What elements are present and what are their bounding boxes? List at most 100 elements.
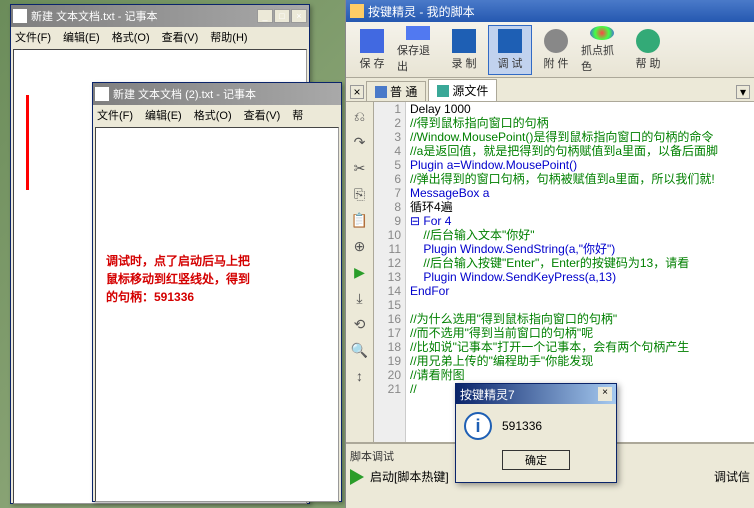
line-number: 21 [374, 382, 401, 396]
line-number: 18 [374, 340, 401, 354]
close-button[interactable]: × [291, 9, 307, 23]
close-icon[interactable]: × [598, 387, 612, 401]
code-line[interactable] [410, 298, 754, 312]
tab-source[interactable]: 源文件 [428, 79, 497, 101]
step-icon[interactable]: ⤓ [350, 288, 370, 308]
msgbox-text: 591336 [502, 419, 542, 433]
code-line[interactable]: Plugin a=Window.MousePoint() [410, 158, 754, 172]
line-number: 1 [374, 102, 401, 116]
app-icon [350, 4, 364, 18]
code-line[interactable]: ⊟ For 4 [410, 214, 754, 228]
code-line[interactable]: //比如说"记事本"打开一个记事本，会有两个句柄产生 [410, 340, 754, 354]
code-line[interactable]: //后台输入文本"你好" [410, 228, 754, 242]
line-number: 4 [374, 144, 401, 158]
debug-button[interactable]: 调 试 [488, 25, 532, 75]
line-number: 5 [374, 158, 401, 172]
toolbar: 保 存 保存退出 录 制 调 试 附 件 抓点抓色 帮 助 [346, 22, 754, 78]
menu-edit[interactable]: 编辑(E) [63, 29, 100, 45]
tab-close-icon[interactable]: × [350, 85, 364, 99]
menu-view[interactable]: 查看(V) [162, 29, 199, 45]
paste-icon[interactable]: 📋 [350, 210, 370, 230]
line-number: 16 [374, 312, 401, 326]
help-icon [636, 29, 660, 53]
titlebar[interactable]: 新建 文本文档 (2).txt - 记事本 [93, 83, 341, 105]
reset-icon[interactable]: ⟲ [350, 314, 370, 334]
line-number: 15 [374, 298, 401, 312]
line-number: 13 [374, 270, 401, 284]
tab-normal[interactable]: 普 通 [366, 81, 426, 101]
run-icon[interactable]: ▶ [350, 262, 370, 282]
window-title: 新建 文本文档.txt - 记事本 [31, 8, 257, 24]
menu-file[interactable]: 文件(F) [97, 107, 133, 123]
line-number: 6 [374, 172, 401, 186]
menu-help[interactable]: 帮助(H) [210, 29, 247, 45]
line-number: 11 [374, 242, 401, 256]
code-line[interactable]: //请看附图 [410, 368, 754, 382]
notepad-window-2: 新建 文本文档 (2).txt - 记事本 文件(F) 编辑(E) 格式(O) … [92, 82, 342, 502]
code-line[interactable]: //后台输入按键"Enter"，Enter的按键码为13，请看 [410, 256, 754, 270]
code-line[interactable]: //得到鼠标指向窗口的句柄 [410, 116, 754, 130]
menubar: 文件(F) 编辑(E) 格式(O) 查看(V) 帮 [93, 105, 341, 125]
copy-icon[interactable]: ⎘ [350, 184, 370, 204]
find-icon[interactable]: 🔍 [350, 340, 370, 360]
debug-info-label: 调试信 [714, 468, 750, 485]
start-label[interactable]: 启动[脚本热键] [370, 468, 449, 485]
undo-icon[interactable]: ⎌ [350, 106, 370, 126]
attach-button[interactable]: 附 件 [534, 25, 578, 75]
debug-icon [498, 29, 522, 53]
code-line[interactable]: //而不选用"得到当前窗口的句柄"呢 [410, 326, 754, 340]
menu-file[interactable]: 文件(F) [15, 29, 51, 45]
record-button[interactable]: 录 制 [442, 25, 486, 75]
ok-button[interactable]: 确定 [502, 450, 570, 470]
sort-icon[interactable]: ↕ [350, 366, 370, 386]
tab-icon [375, 86, 387, 98]
tab-dropdown-icon[interactable]: ▾ [736, 85, 750, 99]
maximize-button[interactable]: □ [274, 9, 290, 23]
code-line[interactable]: MessageBox a [410, 186, 754, 200]
code-line[interactable]: //弹出得到的窗口句柄，句柄被赋值到a里面，所以我们就! [410, 172, 754, 186]
code-line[interactable]: 循环4遍 [410, 200, 754, 214]
attach-icon [544, 29, 568, 53]
line-number: 20 [374, 368, 401, 382]
line-number: 8 [374, 200, 401, 214]
pick-color-button[interactable]: 抓点抓色 [580, 25, 624, 75]
help-button[interactable]: 帮 助 [626, 25, 670, 75]
code-line[interactable]: //用兄弟上传的"编程助手"你能发现 [410, 354, 754, 368]
menu-format[interactable]: 格式(O) [112, 29, 150, 45]
code-line[interactable]: Plugin Window.SendKeyPress(a,13) [410, 270, 754, 284]
line-number: 7 [374, 186, 401, 200]
msgbox-title: 按键精灵7 [460, 386, 515, 403]
menubar: 文件(F) 编辑(E) 格式(O) 查看(V) 帮助(H) [11, 27, 309, 47]
msgbox-titlebar[interactable]: 按键精灵7 × [456, 384, 616, 404]
save-exit-button[interactable]: 保存退出 [396, 25, 440, 75]
window-buttons: _ □ × [257, 9, 307, 23]
code-line[interactable]: //Window.MousePoint()是得到鼠标指向窗口的句柄的命令 [410, 130, 754, 144]
titlebar[interactable]: 新建 文本文档.txt - 记事本 _ □ × [11, 5, 309, 27]
titlebar[interactable]: 按键精灵 - 我的脚本 [346, 0, 754, 22]
app-icon [13, 9, 27, 23]
side-toolbar: ⎌ ↷ ✂ ⎘ 📋 ⊕ ▶ ⤓ ⟲ 🔍 ↕ [346, 102, 374, 442]
line-gutter: 123456789101112131415161718192021 [374, 102, 406, 442]
minimize-button[interactable]: _ [257, 9, 273, 23]
menu-format[interactable]: 格式(O) [194, 107, 232, 123]
line-number: 2 [374, 116, 401, 130]
menu-edit[interactable]: 编辑(E) [145, 107, 182, 123]
code-line[interactable]: //a是返回值，就是把得到的句柄赋值到a里面，以备后面脚 [410, 144, 754, 158]
save-button[interactable]: 保 存 [350, 25, 394, 75]
save-exit-icon [406, 26, 430, 40]
code-line[interactable]: EndFor [410, 284, 754, 298]
cut-icon[interactable]: ✂ [350, 158, 370, 178]
menu-help[interactable]: 帮 [292, 107, 303, 123]
redo-icon[interactable]: ↷ [350, 132, 370, 152]
text-area[interactable]: 调试时，点了启动后马上把 鼠标移动到红竖线处，得到 的句柄：591336 [95, 127, 339, 502]
code-line[interactable]: Plugin Window.SendString(a,"你好") [410, 242, 754, 256]
line-number: 14 [374, 284, 401, 298]
line-number: 10 [374, 228, 401, 242]
insert-icon[interactable]: ⊕ [350, 236, 370, 256]
record-icon [452, 29, 476, 53]
menu-view[interactable]: 查看(V) [244, 107, 281, 123]
code-line[interactable]: Delay 1000 [410, 102, 754, 116]
picker-icon [590, 26, 614, 40]
code-line[interactable]: //为什么选用"得到鼠标指向窗口的句柄" [410, 312, 754, 326]
play-icon[interactable] [350, 469, 364, 485]
